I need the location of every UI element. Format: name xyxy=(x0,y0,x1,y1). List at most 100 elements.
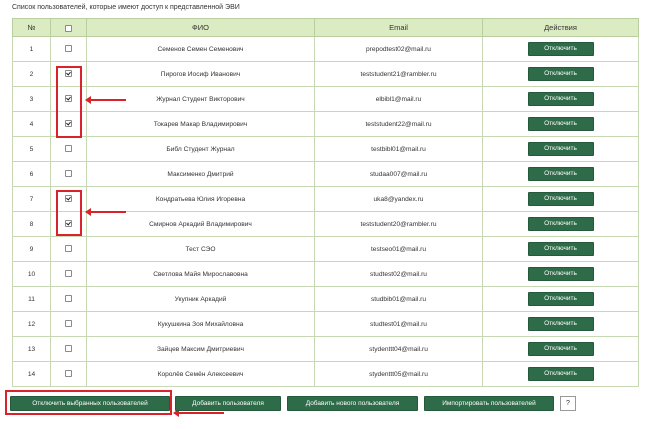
row-email: elbibl1@mail.ru xyxy=(314,86,483,112)
annotation-arrow-rows-2-4 xyxy=(85,96,126,104)
disable-user-button[interactable]: Отключить xyxy=(527,342,594,356)
disable-selected-users-button[interactable]: Отключить выбранных пользователей xyxy=(10,396,170,411)
row-select-cell xyxy=(50,36,87,62)
row-num: 3 xyxy=(12,86,51,112)
row-actions: Отключить xyxy=(482,61,639,87)
row-fio: Светлова Майя Мирославовна xyxy=(86,261,315,287)
row-checkbox[interactable] xyxy=(65,295,72,303)
row-email: testseo01@mail.ru xyxy=(314,236,483,262)
row-num: 7 xyxy=(12,186,51,212)
disable-user-button[interactable]: Отключить xyxy=(527,317,594,331)
row-fio: Тест СЭО xyxy=(86,236,315,262)
highlight-box-rows-2-4 xyxy=(56,66,82,138)
annotation-arrow-rows-7-8 xyxy=(85,208,126,216)
row-checkbox[interactable] xyxy=(65,145,72,153)
row-actions: Отключить xyxy=(482,336,639,362)
row-fio: Кондратьева Юлия Игоревна xyxy=(86,186,315,212)
row-actions: Отключить xyxy=(482,286,639,312)
row-actions: Отключить xyxy=(482,161,639,187)
row-email: teststudent20@rambler.ru xyxy=(314,211,483,237)
row-checkbox[interactable] xyxy=(65,245,72,253)
row-num: 10 xyxy=(12,261,51,287)
disable-user-button[interactable]: Отключить xyxy=(527,217,594,231)
disable-user-button[interactable]: Отключить xyxy=(527,267,594,281)
table-row: 4 Токарев Макар Владимирович teststudent22… xyxy=(12,111,639,137)
header-email: Email xyxy=(314,18,483,37)
disable-user-button[interactable]: Отключить xyxy=(527,192,594,206)
row-actions: Отключить xyxy=(482,36,639,62)
row-select-cell xyxy=(50,311,87,337)
row-email: teststudent21@rambler.ru xyxy=(314,61,483,87)
row-fio: Укупник Аркадий xyxy=(86,286,315,312)
disable-user-button[interactable]: Отключить xyxy=(527,367,594,381)
disable-user-button[interactable]: Отключить xyxy=(527,142,594,156)
row-actions: Отключить xyxy=(482,186,639,212)
row-select-cell xyxy=(50,261,87,287)
row-fio: Кукушкина Зоя Михайловна xyxy=(86,311,315,337)
row-fio: Смирнов Аркадий Владимирович xyxy=(86,211,315,237)
select-all-checkbox[interactable] xyxy=(65,24,72,32)
disable-user-button[interactable]: Отключить xyxy=(527,117,594,131)
table-row: 6 Максименко Дмитрий studaa007@mail.ru Откл… xyxy=(12,161,639,187)
row-email: uka8@yandex.ru xyxy=(314,186,483,212)
row-fio: Семенов Семен Семенович xyxy=(86,36,315,62)
row-fio: Библ Студент Журнал xyxy=(86,136,315,162)
row-fio: Королёв Семён Алексеевич xyxy=(86,361,315,387)
disable-user-button[interactable]: Отключить xyxy=(527,242,594,256)
table-caption: Список пользователей, которые имеют дост… xyxy=(12,4,240,11)
row-checkbox[interactable] xyxy=(65,170,72,178)
row-num: 13 xyxy=(12,336,51,362)
table-row: 12 Кукушкина Зоя Михайловна studtest01@mai… xyxy=(12,311,639,337)
add-new-user-button[interactable]: Добавить нового пользователя xyxy=(287,396,418,411)
table-row: 9 Тест СЭО testseo01@mail.ru Отключить xyxy=(12,236,639,262)
disable-user-button[interactable]: Отключить xyxy=(527,292,594,306)
row-checkbox[interactable] xyxy=(65,270,72,278)
row-num: 2 xyxy=(12,61,51,87)
row-email: studtest01@mail.ru xyxy=(314,311,483,337)
row-checkbox[interactable] xyxy=(65,320,72,328)
import-users-button[interactable]: Импортировать пользователей xyxy=(424,396,554,411)
table-row: 8 Смирнов Аркадий Владимирович teststudent… xyxy=(12,211,639,237)
row-num: 14 xyxy=(12,361,51,387)
row-select-cell xyxy=(50,336,87,362)
add-user-button[interactable]: Добавить пользователя xyxy=(175,396,281,411)
help-button[interactable]: ? xyxy=(560,396,576,411)
table-row: 2 Пирогов Иосиф Иванович teststudent21@ram… xyxy=(12,61,639,87)
row-email: studtest02@mail.ru xyxy=(314,261,483,287)
row-num: 4 xyxy=(12,111,51,137)
row-num: 9 xyxy=(12,236,51,262)
disable-user-button[interactable]: Отключить xyxy=(527,167,594,181)
row-actions: Отключить xyxy=(482,236,639,262)
header-num: № xyxy=(12,18,51,37)
row-fio: Пирогов Иосиф Иванович xyxy=(86,61,315,87)
table-row: 1 Семенов Семен Семенович prepodtest02@mai… xyxy=(12,36,639,62)
row-actions: Отключить xyxy=(482,261,639,287)
row-actions: Отключить xyxy=(482,86,639,112)
row-email: studbib01@mail.ru xyxy=(314,286,483,312)
disable-user-button[interactable]: Отключить xyxy=(527,67,594,81)
row-select-cell xyxy=(50,286,87,312)
row-checkbox[interactable] xyxy=(65,345,72,353)
table-row: 10 Светлова Майя Мирославовна studtest02@m… xyxy=(12,261,639,287)
row-select-cell xyxy=(50,361,87,387)
row-num: 1 xyxy=(12,36,51,62)
row-fio: Максименко Дмитрий xyxy=(86,161,315,187)
header-actions: Действия xyxy=(482,18,639,37)
row-fio: Зайцев Максим Дмитриевич xyxy=(86,336,315,362)
table-row: 13 Зайцев Максим Дмитриевич stydenttt04@ma… xyxy=(12,336,639,362)
row-email: prepodtest02@mail.ru xyxy=(314,36,483,62)
row-actions: Отключить xyxy=(482,361,639,387)
row-fio: Токарев Макар Владимирович xyxy=(86,111,315,137)
row-checkbox[interactable] xyxy=(65,45,72,53)
row-actions: Отключить xyxy=(482,211,639,237)
highlight-box-rows-7-8 xyxy=(56,190,82,236)
row-email: teststudent22@mail.ru xyxy=(314,111,483,137)
row-email: testbibl01@mail.ru xyxy=(314,136,483,162)
disable-user-button[interactable]: Отключить xyxy=(527,92,594,106)
row-actions: Отключить xyxy=(482,111,639,137)
table-row: 14 Королёв Семён Алексеевич stydenttt05@ma… xyxy=(12,361,639,387)
row-num: 8 xyxy=(12,211,51,237)
row-checkbox[interactable] xyxy=(65,370,72,378)
disable-user-button[interactable]: Отключить xyxy=(527,42,594,56)
row-num: 5 xyxy=(12,136,51,162)
